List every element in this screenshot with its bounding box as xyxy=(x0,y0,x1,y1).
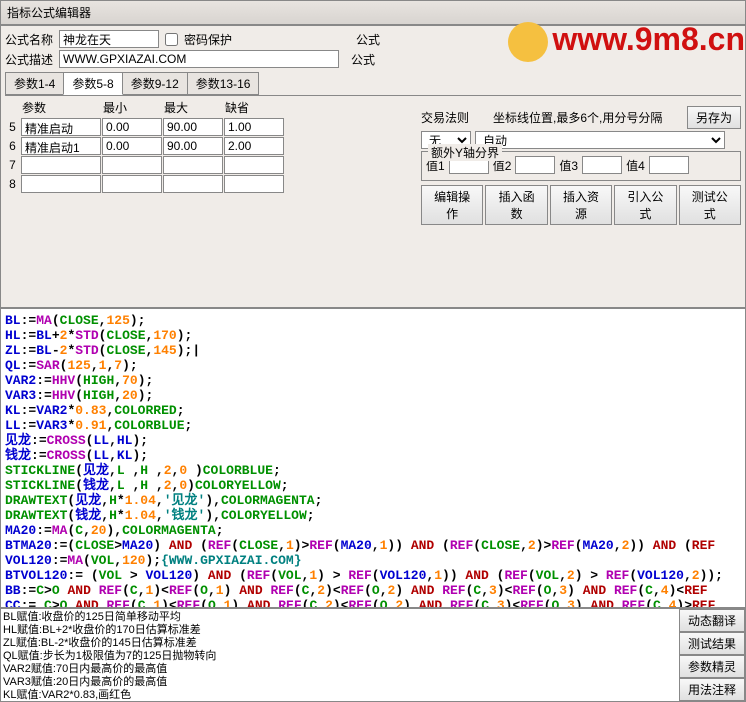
extra-y-fieldset: 额外Y轴分界 值1 值2 值3 值4 xyxy=(421,151,741,181)
param-header: 参数 xyxy=(21,98,101,117)
side-button[interactable]: 参数精灵 xyxy=(680,655,745,678)
param-cell[interactable]: 90.00 xyxy=(163,118,223,136)
desc-line: HL赋值:BL+2*收盘价的170日估算标准差 xyxy=(3,624,677,637)
action-button[interactable]: 编辑操作 xyxy=(421,185,483,225)
action-button[interactable]: 插入资源 xyxy=(550,185,612,225)
param-cell[interactable] xyxy=(163,175,223,193)
param-cell[interactable] xyxy=(224,175,284,193)
side-button[interactable]: 动态翻译 xyxy=(680,609,745,632)
formula-label-1: 公式 xyxy=(356,31,380,48)
desc-label: 公式描述 xyxy=(5,51,55,68)
v4-label: 值4 xyxy=(626,157,645,174)
desc-line: ZL赋值:BL-2*收盘价的145日估算标准差 xyxy=(3,637,677,650)
param-cell[interactable]: 0.00 xyxy=(102,118,162,136)
auto-select[interactable]: 自动 xyxy=(475,131,725,149)
param-cell[interactable]: 90.00 xyxy=(163,137,223,155)
param-rownum: 6 xyxy=(5,137,20,155)
description-area[interactable]: BL赋值:收盘价的125日简单移动平均HL赋值:BL+2*收盘价的170日估算标… xyxy=(1,609,680,701)
param-cell[interactable] xyxy=(102,175,162,193)
desc-line: KL赋值:VAR2*0.83,画红色 xyxy=(3,689,677,701)
formula-name-input[interactable] xyxy=(59,30,159,48)
param-tab[interactable]: 参数1-4 xyxy=(5,72,64,95)
bottom-panel: BL赋值:收盘价的125日简单移动平均HL赋值:BL+2*收盘价的170日估算标… xyxy=(0,608,746,702)
param-rownum: 7 xyxy=(5,156,20,174)
param-cell[interactable] xyxy=(102,156,162,174)
v3-input[interactable] xyxy=(582,156,622,174)
formula-desc-input[interactable] xyxy=(59,50,339,68)
param-tab[interactable]: 参数13-16 xyxy=(187,72,260,95)
v3-label: 值3 xyxy=(559,157,578,174)
param-tabs: 参数1-4参数5-8参数9-12参数13-16 xyxy=(5,72,741,96)
desc-line: VAR2赋值:70日内最高价的最高值 xyxy=(3,663,677,676)
param-cell[interactable] xyxy=(21,156,101,174)
extra-y-legend: 额外Y轴分界 xyxy=(428,144,502,161)
save-as-button[interactable]: 另存为 xyxy=(687,106,741,129)
v2-input[interactable] xyxy=(515,156,555,174)
watermark: www.9m8.cn xyxy=(508,21,745,62)
param-cell[interactable] xyxy=(21,175,101,193)
param-header: 最小 xyxy=(102,98,162,117)
logo-icon xyxy=(508,22,548,62)
coord-hint: 坐标线位置,最多6个,用分号分隔 xyxy=(493,109,662,126)
param-rownum: 8 xyxy=(5,175,20,193)
desc-line: QL赋值:步长为1极限值为7的125日抛物转向 xyxy=(3,650,677,663)
param-cell[interactable]: 1.00 xyxy=(224,118,284,136)
side-buttons: 动态翻译测试结果参数精灵用法注释 xyxy=(680,609,745,701)
name-label: 公式名称 xyxy=(5,31,55,48)
param-header: 缺省 xyxy=(224,98,284,117)
side-button[interactable]: 测试结果 xyxy=(680,632,745,655)
param-header xyxy=(5,98,20,117)
action-button[interactable]: 引入公式 xyxy=(614,185,676,225)
action-button[interactable]: 测试公式 xyxy=(679,185,741,225)
formula-label-2: 公式 xyxy=(351,51,375,68)
param-tab[interactable]: 参数9-12 xyxy=(122,72,188,95)
password-label: 密码保护 xyxy=(184,31,232,48)
v4-input[interactable] xyxy=(649,156,689,174)
param-header: 最大 xyxy=(163,98,223,117)
password-checkbox[interactable] xyxy=(165,33,178,46)
param-cell[interactable]: 2.00 xyxy=(224,137,284,155)
side-button[interactable]: 用法注释 xyxy=(680,678,745,701)
param-cell[interactable]: 精准启动1 xyxy=(21,137,101,155)
desc-line: BL赋值:收盘价的125日简单移动平均 xyxy=(3,611,677,624)
action-buttons: 编辑操作插入函数插入资源引入公式测试公式 xyxy=(421,185,741,225)
trade-rule-label: 交易法则 xyxy=(421,109,469,126)
param-rownum: 5 xyxy=(5,118,20,136)
param-cell[interactable]: 0.00 xyxy=(102,137,162,155)
param-cell[interactable] xyxy=(163,156,223,174)
action-button[interactable]: 插入函数 xyxy=(485,185,547,225)
param-cell[interactable] xyxy=(224,156,284,174)
form-area: www.9m8.cn 公式名称 密码保护 公式 公式描述 公式 参数1-4参数5… xyxy=(0,25,746,308)
desc-line: VAR3赋值:20日内最高价的最高值 xyxy=(3,676,677,689)
param-cell[interactable]: 精准启动 xyxy=(21,118,101,136)
param-tab[interactable]: 参数5-8 xyxy=(63,72,122,95)
code-editor[interactable]: BL:=MA(CLOSE,125);HL:=BL+2*STD(CLOSE,170… xyxy=(0,308,746,608)
